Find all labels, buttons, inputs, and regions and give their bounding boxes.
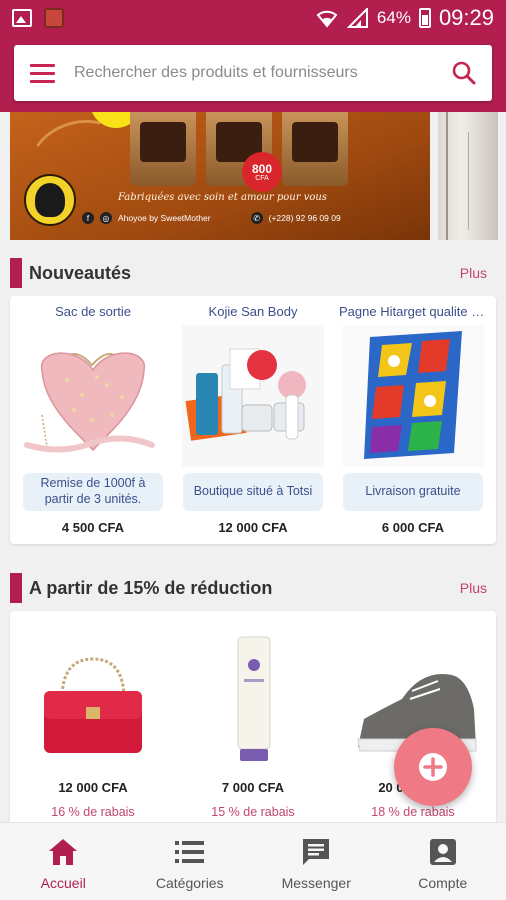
hamburger-menu-icon[interactable] — [14, 45, 70, 101]
product-price: 12 000 CFA — [58, 780, 128, 795]
banner-tagline: Fabriquées avec soin et amour pour vous — [118, 192, 327, 203]
search-icon[interactable] — [436, 45, 492, 101]
product-price: 4 500 CFA — [61, 520, 125, 535]
product-image[interactable] — [22, 325, 164, 467]
plus-icon — [419, 753, 447, 781]
banner-slide[interactable]: 800 CFA Fabriquées avec soin et amour po… — [10, 112, 430, 240]
product-image[interactable] — [342, 325, 484, 467]
list-icon — [174, 837, 205, 867]
product-price: 12 000 CFA — [218, 520, 288, 535]
section-header-new: Nouveautés Plus — [0, 256, 506, 290]
nav-label: Compte — [418, 875, 468, 891]
more-link[interactable]: Plus — [460, 580, 487, 596]
product-price: 6 000 CFA — [381, 520, 445, 535]
product-name[interactable]: Kojie San Body — [177, 304, 329, 319]
product-discount: 18 % de rabais — [371, 805, 455, 819]
account-icon — [428, 837, 458, 867]
nav-label: Messenger — [281, 875, 351, 891]
product-image[interactable] — [22, 629, 164, 771]
nav-label: Catégories — [155, 875, 224, 891]
product-card[interactable]: Pagne Hitarget qualite s... Livraison gr… — [337, 304, 489, 535]
product-name[interactable]: Sac de sortie — [17, 304, 169, 319]
new-products-card: Sac de sortie Remise de 1000f à partir d… — [10, 296, 496, 544]
product-discount: 15 % de rabais — [211, 805, 295, 819]
banner-next-slide[interactable] — [438, 112, 498, 240]
product-card[interactable]: 7 000 CFA 15 % de rabais — [177, 621, 329, 819]
status-bar: 64% 09:29 — [0, 0, 506, 36]
sweetmother-logo — [24, 174, 76, 226]
product-card[interactable]: Sac de sortie Remise de 1000f à partir d… — [17, 304, 169, 535]
home-icon — [48, 837, 78, 867]
battery-icon — [418, 8, 431, 28]
nav-item-messenger[interactable]: Messenger — [253, 823, 380, 900]
banner-brand: Ahoyoe by SweetMother — [118, 213, 211, 223]
wifi-icon — [316, 10, 338, 28]
more-link[interactable]: Plus — [460, 265, 487, 281]
nav-item-accueil[interactable]: Accueil — [0, 823, 127, 900]
product-tag: Livraison gratuite — [343, 473, 483, 511]
bottom-navigation: Accueil Catégories Messenger Compte — [0, 822, 506, 900]
product-card[interactable]: Kojie San Body Boutique situé à Totsi 12… — [177, 304, 329, 535]
banner-price-badge: 800 CFA — [242, 152, 282, 192]
signal-icon — [346, 8, 368, 28]
message-icon — [301, 837, 331, 867]
search-input[interactable] — [70, 64, 436, 82]
banner-phone: (+228) 92 96 09 09 — [268, 213, 341, 223]
product-discount: 16 % de rabais — [51, 805, 135, 819]
section-title: A partir de 15% de réduction — [29, 577, 273, 598]
banner-footer: f ◎ Ahoyoe by SweetMother ✆ (+228) 92 96… — [82, 212, 341, 224]
product-price: 7 000 CFA — [221, 780, 285, 795]
app-notification-icon — [44, 8, 64, 28]
add-fab-button[interactable] — [394, 728, 472, 806]
section-title: Nouveautés — [29, 262, 132, 283]
section-accent — [10, 573, 22, 603]
instagram-icon: ◎ — [100, 212, 112, 224]
nav-item-categories[interactable]: Catégories — [127, 823, 254, 900]
nav-label: Accueil — [40, 875, 86, 891]
product-card[interactable]: 12 000 CFA 16 % de rabais — [17, 621, 169, 819]
section-header-discount: A partir de 15% de réduction Plus — [0, 571, 506, 605]
section-accent — [10, 258, 22, 288]
whatsapp-icon: ✆ — [250, 212, 263, 224]
product-tag: Remise de 1000f à partir de 3 unités. — [23, 473, 163, 511]
product-tag: Boutique situé à Totsi — [183, 473, 323, 511]
discount-products-card: 12 000 CFA 16 % de rabais 7 000 CFA 15 %… — [10, 611, 496, 841]
battery-percent: 64% — [376, 8, 411, 27]
search-bar — [14, 45, 492, 101]
promo-banner[interactable]: 800 CFA Fabriquées avec soin et amour po… — [0, 112, 506, 242]
product-name[interactable]: Pagne Hitarget qualite s... — [337, 304, 489, 319]
facebook-icon: f — [82, 212, 94, 224]
gallery-notification-icon — [12, 9, 32, 27]
clock: 09:29 — [438, 5, 494, 30]
nav-item-compte[interactable]: Compte — [380, 823, 506, 900]
product-image[interactable] — [182, 629, 324, 771]
product-image[interactable] — [182, 325, 324, 467]
